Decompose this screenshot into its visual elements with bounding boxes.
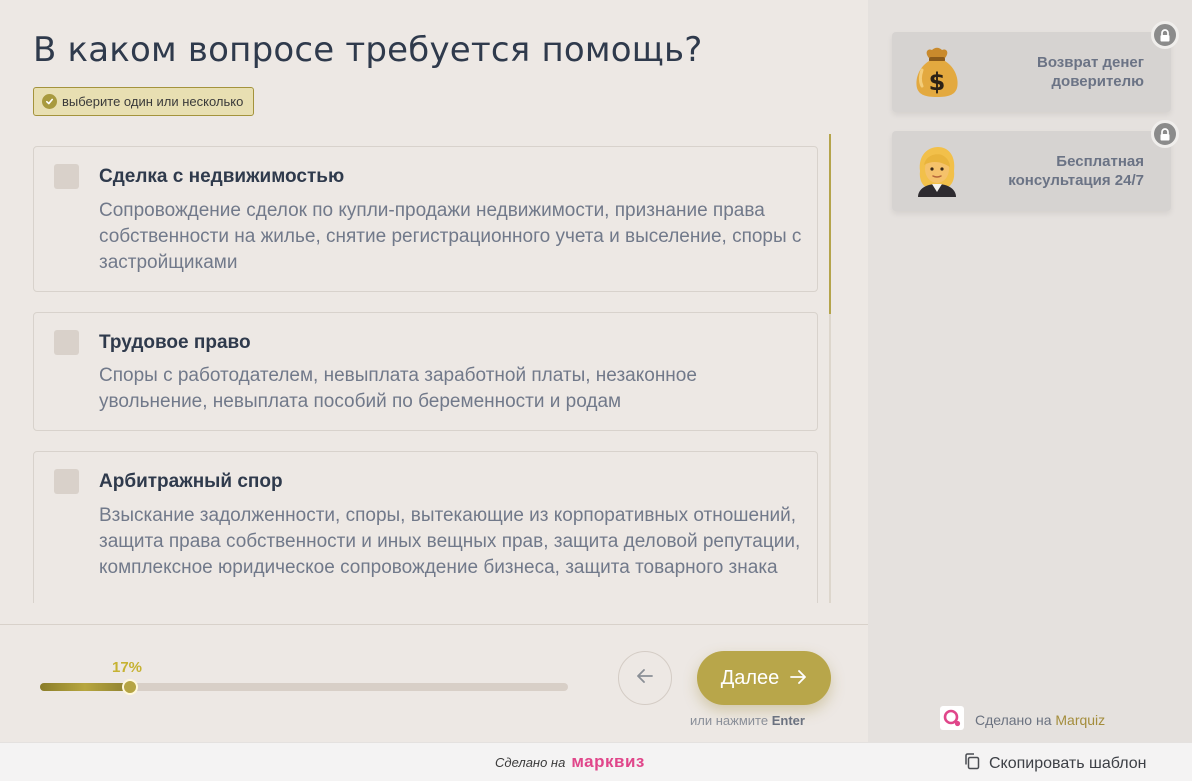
option-title: Арбитражный спор xyxy=(99,471,283,492)
option-checkbox[interactable] xyxy=(54,330,79,355)
marquiz-credit-link[interactable]: Сделано на Marquiz xyxy=(940,706,1105,733)
option-title: Сделка с недвижимостью xyxy=(99,166,345,187)
arrow-left-icon xyxy=(636,668,654,688)
made-with-text: Сделано на xyxy=(495,754,566,770)
bonus-label: Бесплатная консультация 24/7 xyxy=(1008,153,1144,189)
copy-icon xyxy=(963,752,981,775)
multi-select-hint: выберите один или несколько xyxy=(33,87,255,116)
lock-icon xyxy=(1151,21,1179,49)
enter-hint: или нажмите Enter xyxy=(690,713,805,728)
option-title: Трудовое право xyxy=(99,332,251,353)
footer-bar: Сделано на марквиз Скопировать шаблон xyxy=(0,742,1192,781)
svg-text:$: $ xyxy=(929,68,946,96)
made-with-marquiz[interactable]: Сделано на марквиз xyxy=(495,752,645,772)
bonus-sidebar: $ Возврат денег доверителю Бесплатная ко… xyxy=(868,0,1192,742)
bonus-label: Возврат денег доверителю xyxy=(1036,54,1144,90)
progress-knob xyxy=(122,679,138,695)
marquiz-logo-icon xyxy=(940,706,964,733)
progress-fill xyxy=(40,683,130,691)
enter-key: Enter xyxy=(771,713,805,728)
option-arbitration[interactable]: Арбитражный спор Взыскание задолженности… xyxy=(33,451,818,603)
lock-icon xyxy=(1151,120,1179,148)
marquiz-logo: марквиз xyxy=(571,752,645,771)
options-list[interactable]: Сделка с недвижимостью Сопровождение сде… xyxy=(33,134,831,603)
quiz-main-panel: В каком вопросе требуется помощь? выбери… xyxy=(0,0,868,742)
option-description: Сопровождение сделок по купли-продажи не… xyxy=(99,200,802,273)
option-description: Споры с работодателем, невыплата заработ… xyxy=(99,365,697,412)
check-circle-icon xyxy=(42,94,57,109)
copy-template-button[interactable]: Скопировать шаблон xyxy=(963,752,1146,775)
next-button[interactable]: Далее xyxy=(697,651,831,705)
credit-prefix: Сделано на xyxy=(975,711,1052,728)
option-real-estate[interactable]: Сделка с недвижимостью Сопровождение сде… xyxy=(33,146,818,292)
option-description: Взыскание задолженности, споры, вытекающ… xyxy=(99,505,801,578)
credit-brand: Marquiz xyxy=(1055,711,1106,728)
arrow-right-icon xyxy=(789,667,807,690)
option-checkbox[interactable] xyxy=(54,164,79,189)
option-labor-law[interactable]: Трудовое право Споры с работодателем, не… xyxy=(33,312,818,431)
bonus-card-consultation[interactable]: Бесплатная консультация 24/7 xyxy=(892,131,1171,211)
hint-text: выберите один или несколько xyxy=(62,94,244,109)
enter-hint-prefix: или нажмите xyxy=(690,713,769,728)
progress-percent: 17% xyxy=(112,659,143,676)
option-checkbox[interactable] xyxy=(54,469,79,494)
question-title: В каком вопросе требуется помощь? xyxy=(33,30,703,70)
next-button-label: Далее xyxy=(720,666,780,689)
copy-template-label: Скопировать шаблон xyxy=(989,754,1147,772)
back-button[interactable] xyxy=(618,651,672,705)
scrollbar-thumb[interactable] xyxy=(829,134,831,314)
bonus-card-refund[interactable]: $ Возврат денег доверителю xyxy=(892,32,1171,112)
footer-divider xyxy=(0,624,868,625)
